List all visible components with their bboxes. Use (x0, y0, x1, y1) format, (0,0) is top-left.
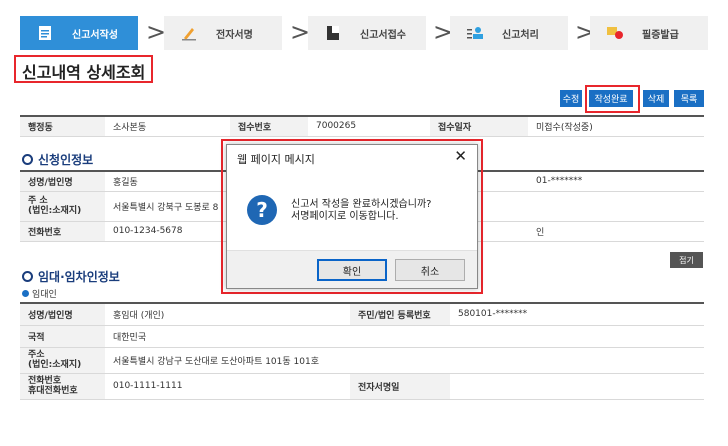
list-button[interactable]: 목록 (674, 90, 704, 107)
lease-section-title: 임대·임차인정보 (22, 268, 120, 285)
document-icon (34, 22, 56, 44)
circle-icon (22, 271, 33, 282)
summary-table: 행정동 소사본동 접수번호 7000265 접수일자 미접수(작성중) (20, 115, 704, 137)
phone-label-line2: 휴대전화번호 (28, 386, 78, 396)
delete-button[interactable]: 삭제 (643, 90, 669, 107)
lessor-address-value: 서울특별시 강남구 도산대로 도산아파트 101동 101호 (105, 346, 704, 374)
lessor-table: 성명/법인명 홍임대 (개인) 주민/법인 등록번호 580101-******… (20, 302, 704, 400)
lessor-name-value: 홍임대 (개인) (105, 302, 350, 326)
applicant-phone-label: 전화번호 (20, 220, 105, 242)
highlight-complete (585, 85, 640, 113)
applicant-name-value: 홍길동 (105, 170, 230, 192)
dialog-message-line2: 서명페이지로 이동합니다. (291, 211, 399, 222)
phone-label-line1: 전화번호 (28, 376, 62, 386)
step-issue: 필증발급 (590, 16, 708, 50)
receipt-no-label: 접수번호 (230, 115, 308, 137)
ok-button[interactable]: 확인 (317, 259, 387, 281)
lessor-reg-value: 580101-******* (450, 302, 704, 326)
dialog-message-line1: 신고서 작성을 완료하시겠습니까? (291, 199, 432, 210)
progress-steps: 신고서작성 > 전자서명 > 신고서접수 > 신고처리 > 필증발급 (20, 16, 708, 50)
edit-button[interactable]: 수정 (560, 90, 582, 107)
question-icon: ? (247, 195, 277, 225)
address-label-line1: 주 소 (28, 196, 48, 206)
step-write: 신고서작성 (20, 16, 138, 50)
lessor-nation-value: 대한민국 (105, 324, 704, 348)
lease-title-text: 임대·임차인정보 (38, 270, 120, 284)
district-value: 소사본동 (105, 115, 230, 137)
step-label: 전자서명 (216, 29, 253, 41)
applicant-extra-partial: 인 (528, 220, 704, 242)
bullet-icon (22, 290, 29, 297)
lessor-phone-label: 전화번호 휴대전화번호 (20, 372, 105, 400)
cancel-button[interactable]: 취소 (395, 259, 465, 281)
applicant-id-partial: 01-******* (528, 170, 704, 192)
applicant-title-text: 신청인정보 (38, 153, 94, 167)
pen-icon (178, 22, 200, 44)
step-sign: 전자서명 (164, 16, 282, 50)
address-label-line1: 주소 (28, 350, 45, 360)
dialog-message: 신고서 작성을 완료하시겠습니까? 서명페이지로 이동합니다. (291, 199, 431, 223)
address-label-line2: (법인:소재지) (28, 360, 82, 370)
lessor-name-label: 성명/법인명 (20, 302, 105, 326)
confirm-dialog: 웹 페이지 메시지 ✕ ? 신고서 작성을 완료하시겠습니까? 서명페이지로 이… (226, 144, 478, 289)
district-label: 행정동 (20, 115, 105, 137)
lessor-subtitle-text: 임대인 (32, 290, 57, 300)
address-label-line2: (법인:소재지) (28, 206, 82, 216)
lessor-nation-label: 국적 (20, 324, 105, 348)
step-label: 신고처리 (502, 29, 539, 41)
step-process: 신고처리 (450, 16, 568, 50)
fold-button[interactable]: 접기 (670, 252, 703, 268)
receipt-no-value: 7000265 (308, 115, 430, 137)
lessor-address-label: 주소 (법인:소재지) (20, 346, 105, 374)
step-label: 필증발급 (642, 29, 679, 41)
lessor-subtitle: 임대인 (22, 287, 57, 300)
step-label: 신고서접수 (360, 29, 406, 41)
applicant-name-label: 성명/법인명 (20, 170, 105, 192)
lessor-esign-label: 전자서명일 (350, 372, 450, 400)
receipt-date-value: 미접수(작성중) (528, 115, 704, 137)
lessor-reg-label: 주민/법인 등록번호 (350, 302, 450, 326)
page-title: 신고내역 상세조회 (14, 55, 154, 83)
applicant-address-label: 주 소 (법인:소재지) (20, 190, 105, 222)
dialog-footer: 확인 취소 (227, 250, 477, 288)
step-submit: 신고서접수 (308, 16, 426, 50)
dialog-title: 웹 페이지 메시지 (237, 153, 315, 166)
folder-icon (322, 22, 344, 44)
certificate-icon (604, 22, 626, 44)
circle-icon (22, 154, 33, 165)
person-list-icon (464, 22, 486, 44)
close-icon[interactable]: ✕ (454, 147, 467, 165)
receipt-date-label: 접수일자 (430, 115, 528, 137)
lessor-esign-value (450, 372, 704, 400)
applicant-phone-value: 010-1234-5678 (105, 220, 230, 242)
lessor-phone-value: 010-1111-1111 (105, 372, 350, 400)
step-label: 신고서작성 (72, 29, 118, 41)
applicant-section-title: 신청인정보 (22, 151, 93, 168)
